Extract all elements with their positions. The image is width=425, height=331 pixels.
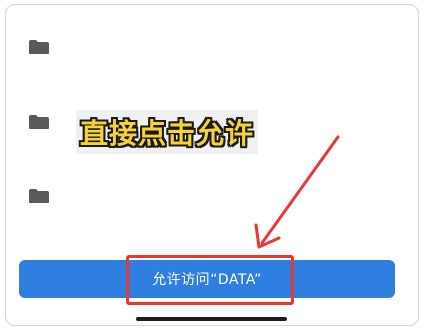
instruction-overlay-text: 直接点击允许 <box>76 110 259 154</box>
folder-icon[interactable] <box>28 39 50 55</box>
folder-icon[interactable] <box>28 114 50 130</box>
home-indicator <box>136 317 287 321</box>
highlight-box <box>126 255 294 305</box>
folder-icon[interactable] <box>28 188 50 204</box>
